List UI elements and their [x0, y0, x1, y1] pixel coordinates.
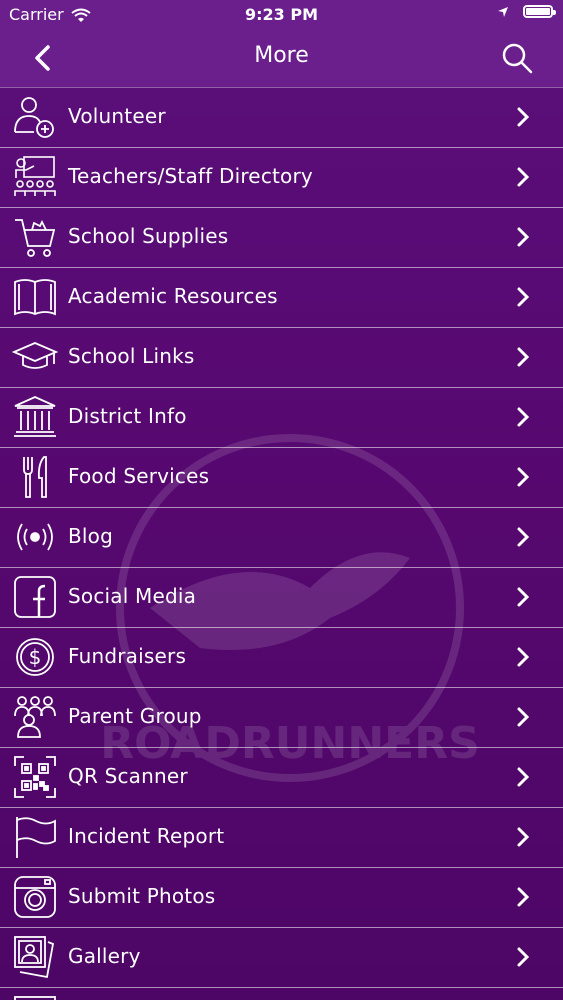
- menu-item-label: Fundraisers: [68, 644, 187, 668]
- menu-item-label: Blog: [68, 524, 114, 548]
- graduation-cap-icon: [12, 342, 58, 369]
- menu-item-label: District Info: [68, 404, 187, 428]
- chevron-right-icon: [517, 647, 530, 667]
- qr-code-icon: [14, 756, 56, 798]
- broadcast-icon: [17, 523, 53, 551]
- teacher-directory-icon: [14, 156, 56, 196]
- menu-item-school-supplies[interactable]: School Supplies: [0, 208, 563, 268]
- menu-item-partial[interactable]: [0, 988, 563, 1000]
- menu-item-gallery[interactable]: Gallery: [0, 928, 563, 988]
- menu-item-volunteer[interactable]: Volunteer: [0, 88, 563, 148]
- book-icon: [14, 279, 56, 316]
- menu-item-label: Food Services: [68, 464, 210, 488]
- chevron-right-icon: [517, 227, 530, 247]
- menu-item-fundraisers[interactable]: $ Fundraisers: [0, 628, 563, 688]
- menu-item-social-media[interactable]: Social Media: [0, 568, 563, 628]
- svg-text:$: $: [29, 645, 42, 669]
- group-icon: [14, 696, 56, 738]
- shopping-cart-icon: [15, 219, 56, 257]
- camera-icon: [14, 876, 56, 918]
- menu-item-label: QR Scanner: [68, 764, 188, 788]
- status-time: 9:23 PM: [244, 5, 318, 24]
- navigation-bar: More: [0, 30, 563, 87]
- menu-item-label: Incident Report: [68, 824, 225, 848]
- menu-item-label: Gallery: [68, 944, 141, 968]
- menu-item-label: Teachers/Staff Directory: [68, 164, 313, 188]
- battery-icon: [523, 5, 556, 18]
- status-right: [497, 5, 556, 18]
- facebook-icon: [14, 576, 56, 618]
- menu-item-qr-scanner[interactable]: QR Scanner: [0, 748, 563, 808]
- menu-item-blog[interactable]: Blog: [0, 508, 563, 568]
- chevron-right-icon: [517, 107, 530, 127]
- menu-item-food-services[interactable]: Food Services: [0, 448, 563, 508]
- menu-list: ROADRUNNERS Volunteer Teachers/Staff Dir…: [0, 87, 563, 1000]
- chevron-right-icon: [517, 947, 530, 967]
- volunteer-icon: [14, 97, 54, 138]
- chevron-right-icon: [517, 347, 530, 367]
- chevron-right-icon: [517, 887, 530, 907]
- menu-item-label: Parent Group: [68, 704, 202, 728]
- status-bar: Carrier 9:23 PM: [0, 0, 563, 30]
- page-title: More: [254, 43, 309, 68]
- chevron-right-icon: [517, 827, 530, 847]
- building-icon: [14, 396, 56, 437]
- menu-item-label: Volunteer: [68, 104, 166, 128]
- search-icon[interactable]: [501, 42, 533, 74]
- partial-icon: [14, 996, 56, 1000]
- location-arrow-icon: [498, 6, 508, 17]
- menu-item-district-info[interactable]: District Info: [0, 388, 563, 448]
- chevron-right-icon: [517, 527, 530, 547]
- menu-item-school-links[interactable]: School Links: [0, 328, 563, 388]
- chevron-right-icon: [517, 167, 530, 187]
- flag-icon: [16, 817, 56, 858]
- menu-item-incident-report[interactable]: Incident Report: [0, 808, 563, 868]
- menu-item-label: Social Media: [68, 584, 197, 608]
- menu-item-label: School Supplies: [68, 224, 229, 248]
- menu-item-parent-group[interactable]: Parent Group: [0, 688, 563, 748]
- menu-item-label: Academic Resources: [68, 284, 278, 308]
- chevron-right-icon: [517, 407, 530, 427]
- photos-icon: [14, 936, 55, 979]
- chevron-right-icon: [517, 467, 530, 487]
- menu-item-submit-photos[interactable]: Submit Photos: [0, 868, 563, 928]
- menu-item-teachers-staff-directory[interactable]: Teachers/Staff Directory: [0, 148, 563, 208]
- chevron-right-icon: [517, 587, 530, 607]
- menu-item-academic-resources[interactable]: Academic Resources: [0, 268, 563, 328]
- chevron-right-icon: [517, 287, 530, 307]
- chevron-right-icon: [517, 707, 530, 727]
- menu-item-label: Submit Photos: [68, 884, 216, 908]
- fork-knife-icon: [23, 456, 47, 498]
- chevron-right-icon: [517, 767, 530, 787]
- menu-item-label: School Links: [68, 344, 195, 368]
- dollar-coin-icon: $: [16, 638, 54, 676]
